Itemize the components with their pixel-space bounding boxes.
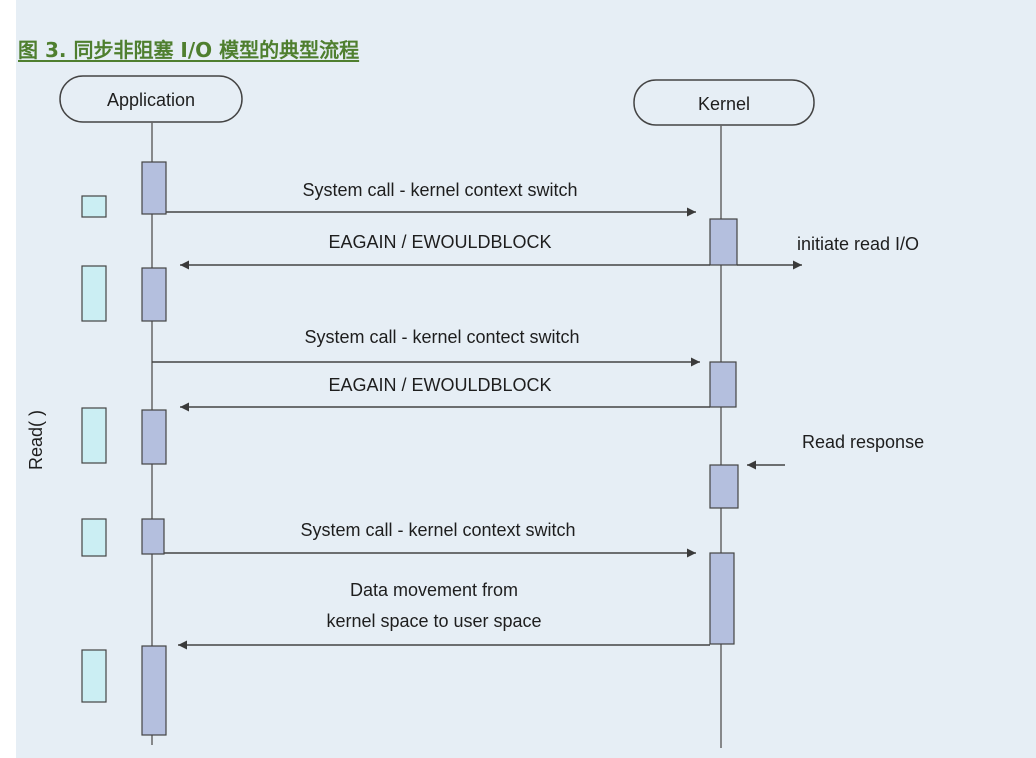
kernel-activation-bar (709, 218, 738, 266)
app-activation-bar (141, 161, 167, 215)
application-label: Application (107, 90, 195, 110)
kernel-activation-bar (709, 464, 739, 509)
app-wait-block (81, 518, 107, 557)
app-wait-block (81, 195, 107, 218)
kernel-activation-bar (709, 361, 737, 408)
read-response-label: Read response (802, 432, 924, 452)
app-wait-block (81, 407, 107, 464)
syscall-label-3: System call - kernel context switch (300, 520, 575, 540)
eagain-label-2: EAGAIN / EWOULDBLOCK (328, 375, 551, 395)
kernel-activation-bar (709, 552, 735, 645)
eagain-label-1: EAGAIN / EWOULDBLOCK (328, 232, 551, 252)
app-activation-bar (141, 267, 167, 322)
syscall-label-1: System call - kernel context switch (302, 180, 577, 200)
app-wait-block (81, 649, 107, 703)
read-call-label: Read( ) (26, 410, 46, 470)
sequence-diagram: Application Kernel Read( ) System call -… (26, 75, 924, 748)
syscall-label-2: System call - kernel contect switch (304, 327, 579, 347)
data-movement-label-line1: Data movement from (350, 580, 518, 600)
initiate-read-label: initiate read I/O (797, 234, 919, 254)
app-wait-block (81, 265, 107, 322)
app-activation-bar (141, 645, 167, 736)
kernel-label: Kernel (698, 94, 750, 114)
data-movement-label-line2: kernel space to user space (326, 611, 541, 631)
app-activation-bar (141, 518, 165, 555)
app-activation-bar (141, 409, 167, 465)
